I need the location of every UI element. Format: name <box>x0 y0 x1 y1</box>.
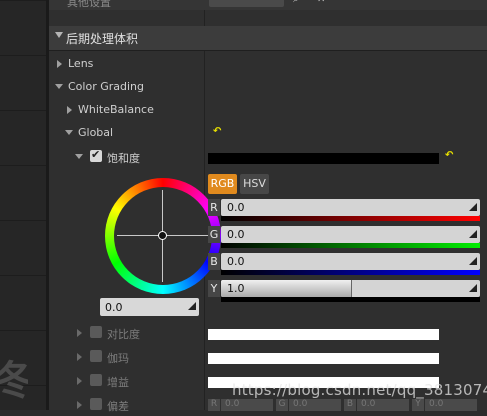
channel-letter: G <box>208 226 220 243</box>
drag-handle-icon[interactable] <box>468 283 477 292</box>
channel-value: 0.0 <box>227 228 245 241</box>
channel-g-slider[interactable]: G 0.0 <box>208 226 480 250</box>
saturation-checkbox[interactable] <box>90 148 102 162</box>
blog-watermark: https://blog.csdn.net/qq_38130747 <box>232 381 487 399</box>
tree-item-offset[interactable]: 偏差 <box>49 394 204 416</box>
tree-item-lens[interactable]: Lens <box>49 53 204 75</box>
tree-item-contrast[interactable]: 对比度 <box>49 322 204 344</box>
drag-handle-icon[interactable] <box>468 229 477 238</box>
collapse-icon[interactable] <box>65 130 73 135</box>
clear-icon[interactable]: ✕ <box>317 0 325 5</box>
offset-r-letter: R <box>208 399 220 411</box>
gain-checkbox[interactable] <box>90 374 102 386</box>
wheel-value-field[interactable]: 0.0 <box>100 298 199 316</box>
offset-g-letter: G <box>276 399 288 411</box>
expand-icon[interactable] <box>77 353 82 361</box>
expand-icon[interactable] <box>57 60 62 68</box>
tree-item-label: WhiteBalance <box>78 103 154 116</box>
tree-item-label: 增益 <box>107 376 129 389</box>
offset-y-letter: Y <box>412 399 424 411</box>
offset-b-letter: B <box>344 399 356 411</box>
top-row-partial: 其他设置 ⌕ ✕ <box>49 0 487 10</box>
collapse-icon[interactable] <box>55 84 63 89</box>
viewport-strip: 冬 <box>0 0 46 410</box>
collapse-icon[interactable] <box>75 154 83 159</box>
offset-b-value[interactable]: 0.0 <box>357 399 409 411</box>
offset-r-value[interactable]: 0.0 <box>221 399 273 411</box>
channel-gradient-bar <box>221 270 480 275</box>
category-label: 后期处理体积 <box>66 32 139 46</box>
reset-icon[interactable]: ↶ <box>213 126 221 137</box>
contrast-color-swatch[interactable] <box>208 329 439 340</box>
expand-icon[interactable] <box>77 401 82 409</box>
saturation-color-swatch[interactable] <box>208 153 439 164</box>
top-row-label: 其他设置 <box>67 0 111 9</box>
channel-y-slider[interactable]: Y 1.0 <box>208 280 480 304</box>
tree-item-color-grading[interactable]: Color Grading <box>49 76 204 98</box>
reset-icon[interactable]: ↶ <box>445 150 453 161</box>
channel-value-field[interactable]: 0.0 <box>221 226 480 243</box>
tree-item-label: Lens <box>68 57 94 70</box>
channel-value: 0.0 <box>227 255 245 268</box>
details-panel: 其他设置 ⌕ ✕ 后期处理体积 Lens Color Grading White… <box>49 0 487 413</box>
channel-value-field[interactable]: 1.0 <box>221 280 480 297</box>
contrast-checkbox[interactable] <box>90 326 102 338</box>
tree-item-saturation[interactable]: 饱和度 <box>49 146 204 168</box>
offset-checkbox[interactable] <box>90 398 102 410</box>
drag-handle-icon[interactable] <box>187 301 196 310</box>
browse-icon[interactable]: ⌕ <box>293 0 299 5</box>
channel-gradient-bar <box>221 243 480 248</box>
expand-icon[interactable] <box>67 106 72 114</box>
expand-icon[interactable] <box>77 377 82 385</box>
channel-letter: B <box>208 253 220 270</box>
channel-gradient-bar <box>221 297 480 302</box>
channel-letter: R <box>208 199 220 216</box>
rgb-mode-button[interactable]: RGB <box>208 174 237 194</box>
color-wheel[interactable] <box>105 178 221 294</box>
tree-item-label: 伽玛 <box>107 352 129 365</box>
color-wheel-handle[interactable] <box>158 231 167 240</box>
offset-y-value[interactable]: 0.0 <box>425 399 477 411</box>
channel-value: 0.0 <box>227 201 245 214</box>
tree-item-white-balance[interactable]: WhiteBalance <box>49 99 204 121</box>
channel-value: 1.0 <box>227 282 245 295</box>
top-row-field[interactable] <box>209 0 284 7</box>
gamma-checkbox[interactable] <box>90 350 102 362</box>
tree-item-label: 对比度 <box>107 328 140 341</box>
wheel-value: 0.0 <box>105 301 123 314</box>
tree-item-label: 饱和度 <box>107 152 140 165</box>
expand-icon[interactable] <box>77 329 82 337</box>
viewport-glyph: 冬 <box>0 358 28 404</box>
tree-item-label: 偏差 <box>107 400 129 413</box>
channel-b-slider[interactable]: B 0.0 <box>208 253 480 277</box>
gamma-color-swatch[interactable] <box>208 353 439 364</box>
tree-item-global[interactable]: Global <box>49 122 204 144</box>
channel-value-field[interactable]: 0.0 <box>221 253 480 270</box>
collapse-icon <box>55 32 63 38</box>
offset-fields[interactable]: R 0.0 G 0.0 B 0.0 Y 0.0 <box>208 399 480 411</box>
tree-item-label: Global <box>78 126 114 139</box>
channel-letter: Y <box>208 280 220 297</box>
channel-gradient-bar <box>221 216 480 221</box>
category-post-process-volume[interactable]: 后期处理体积 <box>49 26 487 51</box>
offset-g-value[interactable]: 0.0 <box>289 399 341 411</box>
hsv-mode-button[interactable]: HSV <box>240 174 269 194</box>
drag-handle-icon[interactable] <box>468 202 477 211</box>
channel-value-field[interactable]: 0.0 <box>221 199 480 216</box>
tree-item-gamma[interactable]: 伽玛 <box>49 346 204 368</box>
tree-item-label: Color Grading <box>68 80 144 93</box>
channel-r-slider[interactable]: R 0.0 <box>208 199 480 223</box>
drag-handle-icon[interactable] <box>468 256 477 265</box>
tree-item-gain[interactable]: 增益 <box>49 370 204 392</box>
